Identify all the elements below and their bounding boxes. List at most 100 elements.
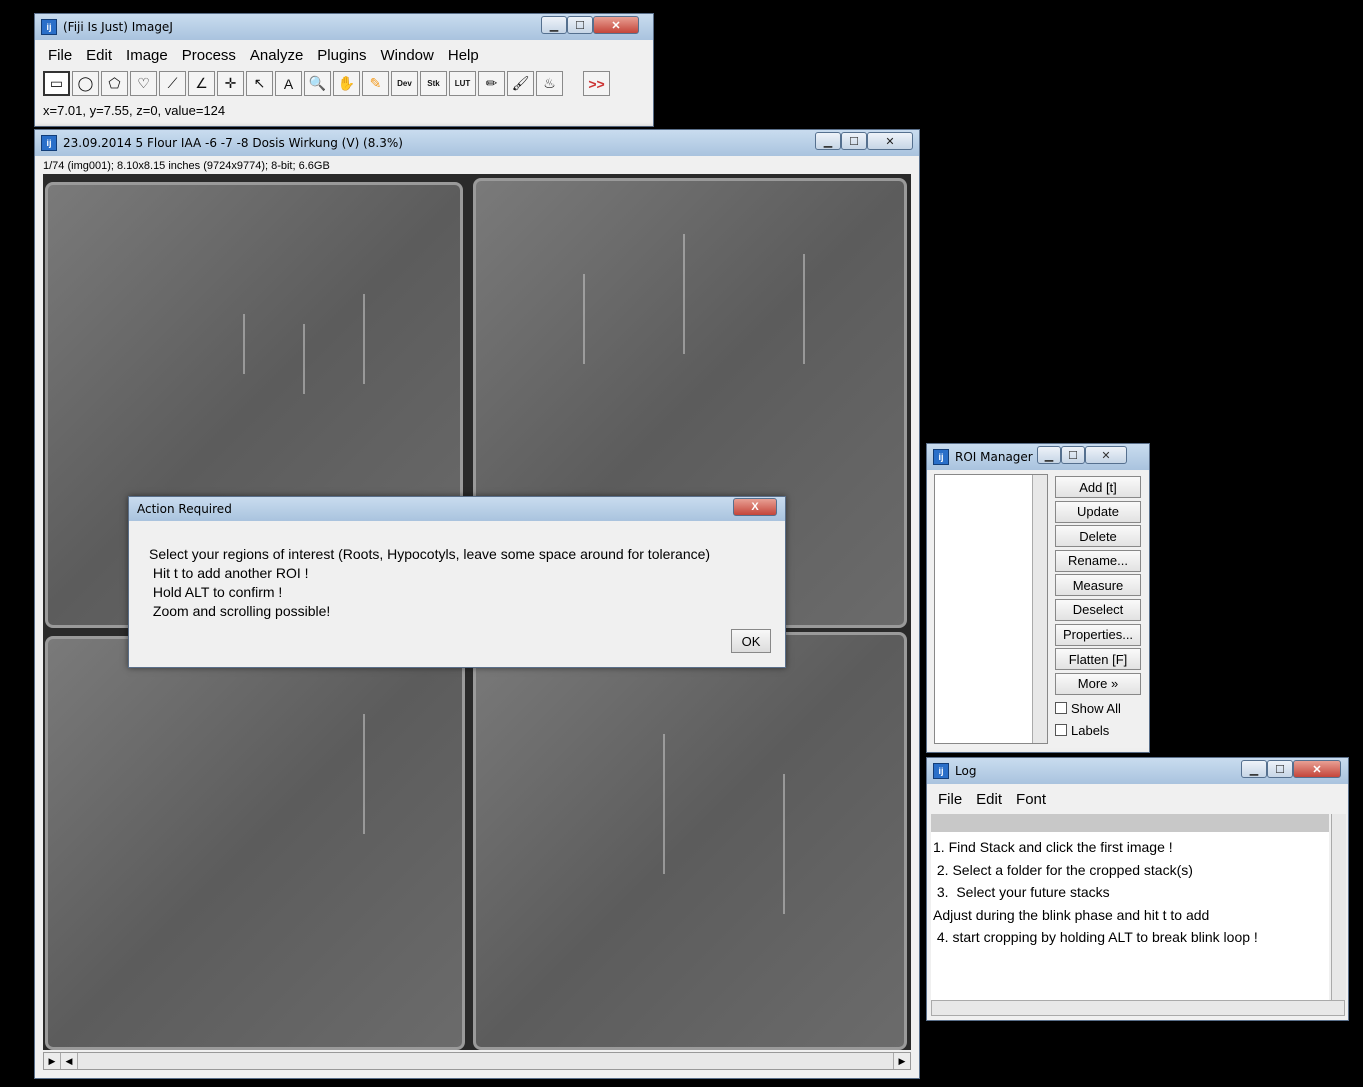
maximize-button[interactable]: ☐ — [841, 132, 867, 150]
log-line: 3. Select your future stacks — [933, 884, 1110, 900]
log-header-bar — [931, 814, 1329, 832]
petri-plate-bottom-right — [473, 632, 907, 1050]
fiji-app-icon: ij — [41, 19, 57, 35]
scroll-right-icon[interactable]: ▶ — [893, 1053, 910, 1069]
image-window-titlebar[interactable]: ij 23.09.2014 5 Flour IAA -6 -7 -8 Dosis… — [35, 130, 919, 156]
menu-help[interactable]: Help — [441, 46, 486, 66]
log-menu-file[interactable]: File — [931, 790, 969, 810]
log-menu-edit[interactable]: Edit — [969, 790, 1009, 810]
maximize-button[interactable]: ☐ — [567, 16, 593, 34]
color-picker-tool-icon[interactable]: ✎ — [362, 71, 389, 96]
freehand-tool-icon[interactable]: ♡ — [130, 71, 157, 96]
log-line: 4. start cropping by holding ALT to brea… — [933, 929, 1258, 945]
seedling-root — [303, 324, 305, 394]
close-button[interactable]: ✕ — [1085, 446, 1127, 464]
update-button[interactable]: Update — [1055, 500, 1141, 523]
checkbox-icon[interactable] — [1055, 702, 1067, 715]
angle-tool-icon[interactable]: ∠ — [188, 71, 215, 96]
seedling-root — [663, 734, 665, 874]
seedling-root — [803, 254, 805, 364]
close-button[interactable]: ✕ — [1293, 760, 1341, 778]
menu-plugins[interactable]: Plugins — [310, 46, 373, 66]
menu-edit[interactable]: Edit — [79, 46, 119, 66]
dialog-title: Action Required — [137, 502, 232, 516]
text-tool-icon[interactable]: A — [275, 71, 302, 96]
pencil-tool-icon[interactable]: ✏ — [478, 71, 505, 96]
more-button[interactable]: More » — [1055, 672, 1141, 695]
menu-image[interactable]: Image — [119, 46, 175, 66]
checkbox-icon[interactable] — [1055, 724, 1067, 737]
dialog-close-button[interactable]: X — [733, 498, 777, 516]
seedling-root — [363, 714, 365, 834]
labels-checkbox[interactable]: Labels — [1055, 719, 1141, 741]
seedling-root — [783, 774, 785, 914]
delete-button[interactable]: Delete — [1055, 525, 1141, 548]
fiji-app-icon: ij — [933, 449, 949, 465]
close-button[interactable]: ✕ — [867, 132, 913, 150]
roi-list[interactable] — [934, 474, 1048, 744]
menu-window[interactable]: Window — [374, 46, 441, 66]
log-line: 2. Select a folder for the cropped stack… — [933, 861, 1193, 878]
hand-tool-icon[interactable]: ✋ — [333, 71, 360, 96]
menu-process[interactable]: Process — [175, 46, 243, 66]
zoom-tool-icon[interactable]: 🔍 — [304, 71, 331, 96]
roi-button-panel: Add [t] Update Delete Rename... Measure … — [1055, 476, 1141, 741]
wand-tool-icon[interactable]: ↖ — [246, 71, 273, 96]
deselect-button[interactable]: Deselect — [1055, 598, 1141, 621]
log-window: ij Log ▁ ☐ ✕ File Edit Font 1. Find Stac… — [926, 757, 1349, 1021]
polygon-tool-icon[interactable]: ⬠ — [101, 71, 128, 96]
menu-analyze[interactable]: Analyze — [243, 46, 310, 66]
seedling-root — [683, 234, 685, 354]
roi-manager-window: ij ROI Manager ▁ ☐ ✕ Add [t] Update Dele… — [926, 443, 1150, 753]
minimize-button[interactable]: ▁ — [1037, 446, 1061, 464]
log-horizontal-scrollbar[interactable] — [931, 1000, 1345, 1016]
show-all-label: Show All — [1071, 700, 1121, 716]
maximize-button[interactable]: ☐ — [1267, 760, 1293, 778]
minimize-button[interactable]: ▁ — [1241, 760, 1267, 778]
rename-button[interactable]: Rename... — [1055, 549, 1141, 572]
image-window-title: 23.09.2014 5 Flour IAA -6 -7 -8 Dosis Wi… — [63, 136, 403, 150]
imagej-menubar: File Edit Image Process Analyze Plugins … — [41, 46, 486, 66]
stk-menu-icon[interactable]: Stk — [420, 71, 447, 96]
add-roi-button[interactable]: Add [t] — [1055, 476, 1141, 498]
play-icon[interactable]: ▶ — [44, 1053, 61, 1069]
ok-button[interactable]: OK — [731, 629, 771, 653]
menu-file[interactable]: File — [41, 46, 79, 66]
point-tool-icon[interactable]: ✛ — [217, 71, 244, 96]
log-menu-font[interactable]: Font — [1009, 790, 1053, 810]
log-line: Adjust during the blink phase and hit t … — [933, 906, 1210, 923]
dialog-message: Select your regions of interest (Roots, … — [149, 545, 710, 621]
dialog-titlebar[interactable]: Action Required — [129, 497, 785, 521]
log-vertical-scrollbar[interactable] — [1331, 814, 1346, 1000]
dialog-line: Select your regions of interest (Roots, … — [149, 546, 711, 562]
show-all-checkbox[interactable]: Show All — [1055, 697, 1141, 719]
oval-tool-icon[interactable]: ◯ — [72, 71, 99, 96]
petri-plate-bottom-left — [45, 636, 465, 1050]
maximize-button[interactable]: ☐ — [1061, 446, 1085, 464]
roi-manager-title: ROI Manager — [955, 450, 1033, 464]
minimize-button[interactable]: ▁ — [815, 132, 841, 150]
lut-menu-icon[interactable]: LUT — [449, 71, 476, 96]
action-required-dialog: Action Required X Select your regions of… — [128, 496, 786, 668]
fiji-app-icon: ij — [933, 763, 949, 779]
brush-tool-icon[interactable]: 🖌 — [507, 71, 534, 96]
log-title: Log — [955, 764, 977, 778]
flood-fill-tool-icon[interactable]: ♨ — [536, 71, 563, 96]
more-tools-button[interactable]: >> — [583, 71, 610, 96]
properties-button[interactable]: Properties... — [1055, 623, 1141, 646]
line-tool-icon[interactable]: ⟋ — [159, 71, 186, 96]
imagej-main-window: ij (Fiji Is Just) ImageJ ▁ ☐ ✕ File Edit… — [34, 13, 654, 127]
scroll-left-icon[interactable]: ◀ — [61, 1053, 78, 1069]
rectangle-tool-icon[interactable]: ▭ — [43, 71, 70, 96]
dev-menu-icon[interactable]: Dev — [391, 71, 418, 96]
log-text-area[interactable]: 1. Find Stack and click the first image … — [931, 832, 1329, 1000]
imagej-window-title: (Fiji Is Just) ImageJ — [63, 20, 173, 34]
seedling-root — [583, 274, 585, 364]
measure-button[interactable]: Measure — [1055, 574, 1141, 597]
minimize-button[interactable]: ▁ — [541, 16, 567, 34]
close-button[interactable]: ✕ — [593, 16, 639, 34]
flatten-button[interactable]: Flatten [F] — [1055, 648, 1141, 671]
roi-list-scrollbar[interactable] — [1032, 475, 1047, 743]
seedling-root — [363, 294, 365, 384]
horizontal-scrollbar[interactable]: ▶ ◀ ▶ — [43, 1052, 911, 1070]
